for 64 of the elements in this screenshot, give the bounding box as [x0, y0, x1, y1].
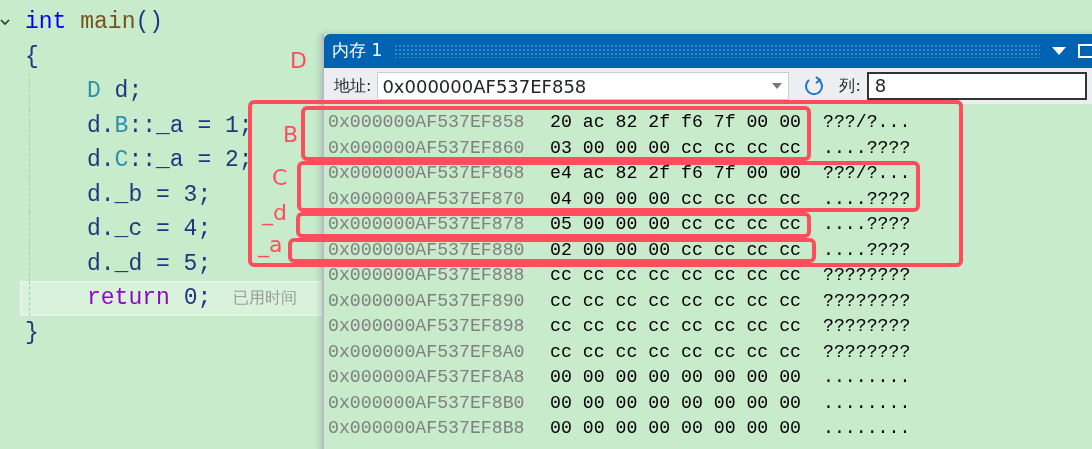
memory-ascii: ....????	[823, 238, 911, 262]
memory-ascii: ???/?...	[823, 111, 911, 134]
code-line: d.B::_a = 1;	[29, 108, 253, 143]
memory-bytes: cc cc cc cc cc cc cc cc	[550, 264, 802, 287]
dropdown-icon[interactable]	[1052, 47, 1066, 55]
memory-address: 0x000000AF537EF860	[328, 136, 526, 160]
memory-ascii: ????????	[823, 289, 911, 313]
memory-address: 0x000000AF537EF880	[328, 238, 526, 262]
memory-bytes: 20 ac 82 2f f6 7f 00 00	[550, 111, 802, 134]
memory-ascii: ????????	[823, 315, 911, 338]
annotation-label: _d	[262, 202, 287, 224]
annotation-label: D	[290, 50, 307, 72]
elapsed-time-hint: 已用时间	[233, 287, 298, 309]
memory-address: 0x000000AF537EF8B0	[328, 391, 526, 415]
memory-address: 0x000000AF537EF870	[328, 187, 526, 211]
code-line: d._c = 4;	[29, 212, 212, 247]
memory-ascii: ........	[823, 417, 911, 440]
memory-address: 0x000000AF537EF858	[328, 111, 526, 134]
memory-bytes: cc cc cc cc cc cc cc cc	[550, 315, 802, 338]
columns-field[interactable]: 8	[866, 72, 1087, 100]
memory-bytes: 00 00 00 00 00 00 00 00	[550, 391, 802, 415]
memory-bytes: cc cc cc cc cc cc cc cc	[550, 289, 802, 313]
memory-ascii: ???/?...	[823, 162, 911, 185]
maximize-icon[interactable]	[1078, 44, 1092, 58]
code-line: {	[25, 42, 39, 72]
memory-bytes: 02 00 00 00 cc cc cc cc	[550, 238, 802, 262]
caret-icon[interactable]	[772, 83, 783, 89]
memory-ascii: ????????	[823, 264, 911, 287]
memory-ascii: ....????	[823, 187, 911, 211]
memory-address: 0x000000AF537EF888	[328, 264, 526, 287]
memory-address: 0x000000AF537EF878	[328, 213, 526, 236]
annotation-label: _a	[258, 234, 283, 256]
memory-address: 0x000000AF537EF898	[328, 315, 526, 338]
window-title: 内存 1	[332, 39, 383, 63]
memory-address: 0x000000AF537EF890	[328, 289, 526, 313]
address-field[interactable]: 0x000000AF537EF858	[377, 72, 790, 100]
memory-bytes: 00 00 00 00 00 00 00 00	[550, 366, 802, 389]
memory-bytes: 04 00 00 00 cc cc cc cc	[550, 187, 802, 211]
address-label: 地址:	[334, 75, 372, 97]
memory-ascii: ????????	[823, 340, 911, 364]
memory-bytes: 05 00 00 00 cc cc cc cc	[550, 213, 802, 236]
code-line: int main()	[25, 8, 164, 37]
annotation-label: C	[272, 167, 288, 189]
code-line: D d;	[29, 74, 143, 109]
memory-ascii: ....????	[823, 213, 911, 236]
code-line: }	[25, 318, 39, 348]
memory-address: 0x000000AF537EF8A0	[328, 340, 526, 364]
code-line: d.C::_a = 2;	[29, 143, 253, 178]
memory-address: 0x000000AF537EF8B8	[328, 417, 526, 440]
refresh-icon[interactable]	[803, 75, 826, 97]
memory-bytes: e4 ac 82 2f f6 7f 00 00	[550, 162, 802, 185]
memory-address: 0x000000AF537EF868	[328, 162, 526, 185]
annotation-label: B	[283, 124, 299, 146]
memory-ascii: ....????	[823, 136, 911, 160]
chevron-down-icon[interactable]	[0, 18, 10, 26]
code-line: return 0;	[29, 281, 212, 316]
columns-label: 列:	[839, 75, 861, 97]
code-line: d._b = 3;	[29, 177, 212, 212]
memory-address: 0x000000AF537EF8A8	[328, 366, 526, 389]
memory-bytes: cc cc cc cc cc cc cc cc	[550, 340, 802, 364]
memory-ascii: ........	[823, 391, 911, 415]
memory-ascii: ........	[823, 366, 911, 389]
memory-bytes: 00 00 00 00 00 00 00 00	[550, 417, 802, 440]
memory-bytes: 03 00 00 00 cc cc cc cc	[550, 136, 802, 160]
